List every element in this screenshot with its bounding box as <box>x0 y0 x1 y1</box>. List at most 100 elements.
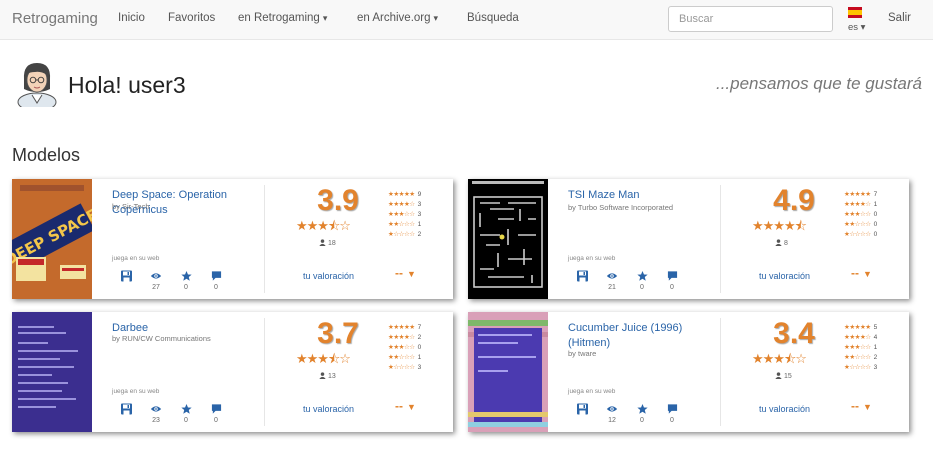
game-thumbnail[interactable] <box>468 312 548 432</box>
rating-distribution-row: ★★★★☆ 3 <box>388 200 421 210</box>
game-card: DEEP SPACE Deep Space: Operation Coperni… <box>12 179 453 299</box>
download-stat[interactable] <box>116 270 136 282</box>
your-rating-value: -- <box>395 399 403 413</box>
views-stat: 23 <box>146 403 166 424</box>
your-rating-dropdown[interactable]: -- ▼ <box>851 266 872 280</box>
disk-icon <box>576 270 588 282</box>
views-count: 12 <box>608 417 616 424</box>
rating-distribution: ★★★★★ 7 ★★★★☆ 2 ★★★☆☆ 0 ★★☆☆☆ 1 ★☆☆☆☆ 3 <box>388 323 421 373</box>
rating-distribution-row: ★☆☆☆☆ 3 <box>844 363 877 373</box>
play-on-web-label: juega en su web <box>112 255 160 262</box>
favorites-stat[interactable]: 0 <box>176 270 196 291</box>
caret-down-icon: ▼ <box>863 269 872 279</box>
game-thumbnail[interactable] <box>12 312 92 432</box>
user-icon <box>319 239 326 246</box>
section-title: Modelos <box>12 145 81 165</box>
rating-distribution-row: ★★★★☆ 4 <box>844 333 877 343</box>
distribution-stars: ★☆☆☆☆ <box>388 364 415 371</box>
comments-stat[interactable]: 0 <box>206 270 226 291</box>
vote-count: 15 <box>775 372 792 380</box>
rating-distribution-row: ★★★★★ 9 <box>388 190 421 200</box>
user-icon <box>319 372 326 379</box>
average-rating: 3.9 <box>317 184 359 217</box>
your-rating-dropdown[interactable]: -- ▼ <box>395 399 416 413</box>
distribution-stars: ★★★☆☆ <box>388 344 415 351</box>
favorites-stat[interactable]: 0 <box>632 403 652 424</box>
disk-icon <box>120 403 132 415</box>
distribution-stars: ★★☆☆☆ <box>844 354 871 361</box>
game-author: by RUN/CW Communications <box>112 334 211 343</box>
caret-down-icon: ▼ <box>407 269 416 279</box>
nav-favoritos[interactable]: Favoritos <box>168 12 215 24</box>
distribution-count: 0 <box>873 231 878 238</box>
views-stat: 21 <box>602 270 622 291</box>
vote-count-value: 15 <box>783 373 792 380</box>
distribution-stars: ★★★☆☆ <box>388 211 415 218</box>
game-thumbnail[interactable] <box>468 179 548 299</box>
top-navbar: Retrogaming Inicio Favoritos en Retrogam… <box>0 0 933 40</box>
user-avatar-icon <box>17 63 57 107</box>
distribution-stars: ★★☆☆☆ <box>844 221 871 228</box>
your-rating-value: -- <box>851 266 859 280</box>
play-on-web-label: juega en su web <box>112 388 160 395</box>
search-input[interactable] <box>668 6 833 32</box>
favorites-count: 0 <box>640 284 644 291</box>
nav-en-retrogaming-label: en Retrogaming <box>238 12 320 24</box>
your-rating-label: tu valoración <box>759 404 811 414</box>
your-rating-dropdown[interactable]: -- ▼ <box>395 266 416 280</box>
download-stat[interactable] <box>572 403 592 415</box>
brand-link[interactable]: Retrogaming <box>12 10 98 27</box>
comment-icon <box>211 404 221 414</box>
rating-distribution-row: ★☆☆☆☆ 3 <box>388 363 421 373</box>
rating-distribution-row: ★☆☆☆☆ 2 <box>388 230 421 240</box>
comments-stat[interactable]: 0 <box>206 403 226 424</box>
views-count: 27 <box>152 284 160 291</box>
vote-count: 13 <box>319 372 336 380</box>
logout-link[interactable]: Salir <box>888 12 911 24</box>
distribution-stars: ★★★☆☆ <box>844 211 871 218</box>
eye-icon <box>606 406 618 412</box>
favorites-stat[interactable]: 0 <box>632 270 652 291</box>
your-rating-dropdown[interactable]: -- ▼ <box>851 399 872 413</box>
nav-en-archive-label: en Archive.org <box>357 12 431 24</box>
game-title-link[interactable]: TSI Maze Man <box>568 188 718 203</box>
rating-stars: ★★★⯪☆ <box>296 351 351 366</box>
nav-inicio[interactable]: Inicio <box>118 12 145 24</box>
spain-flag-icon[interactable] <box>848 7 862 18</box>
rating-distribution-row: ★★☆☆☆ 1 <box>388 353 421 363</box>
game-thumbnail[interactable]: DEEP SPACE <box>12 179 92 299</box>
star-icon <box>636 270 648 281</box>
views-count: 23 <box>152 417 160 424</box>
comment-icon <box>211 271 221 281</box>
game-title-link[interactable]: Cucumber Juice (1996) (Hitmen) <box>568 321 718 351</box>
download-stat[interactable] <box>116 403 136 415</box>
nav-en-archive-dropdown[interactable]: en Archive.org ▾ <box>357 12 438 24</box>
vote-count-value: 18 <box>327 240 336 247</box>
rating-distribution-row: ★★★☆☆ 3 <box>388 210 421 220</box>
game-card: Cucumber Juice (1996) (Hitmen) by tware … <box>468 312 909 432</box>
distribution-stars: ★★★★★ <box>844 324 871 331</box>
distribution-stars: ★★☆☆☆ <box>388 221 415 228</box>
vote-count-value: 13 <box>327 373 336 380</box>
language-selector[interactable]: es ▾ <box>848 22 865 33</box>
nav-busqueda[interactable]: Búsqueda <box>467 12 519 24</box>
distribution-count: 3 <box>417 364 422 371</box>
comments-stat[interactable]: 0 <box>662 270 682 291</box>
favorites-stat[interactable]: 0 <box>176 403 196 424</box>
game-author: by tware <box>568 349 597 358</box>
distribution-count: 3 <box>417 211 422 218</box>
comments-count: 0 <box>670 417 674 424</box>
comments-stat[interactable]: 0 <box>662 403 682 424</box>
comments-count: 0 <box>214 284 218 291</box>
download-stat[interactable] <box>572 270 592 282</box>
rating-distribution: ★★★★★ 5 ★★★★☆ 4 ★★★☆☆ 1 ★★☆☆☆ 2 ★☆☆☆☆ 3 <box>844 323 877 373</box>
rating-distribution-row: ★★☆☆☆ 0 <box>844 220 877 230</box>
distribution-count: 7 <box>873 191 878 198</box>
nav-en-retrogaming-dropdown[interactable]: en Retrogaming ▾ <box>238 12 327 24</box>
rating-distribution-row: ★★★☆☆ 0 <box>388 343 421 353</box>
distribution-count: 2 <box>417 231 422 238</box>
chevron-down-icon: ▾ <box>433 13 439 23</box>
rating-distribution-row: ★★★☆☆ 1 <box>844 343 877 353</box>
distribution-count: 2 <box>417 334 422 341</box>
card-divider <box>264 318 265 426</box>
